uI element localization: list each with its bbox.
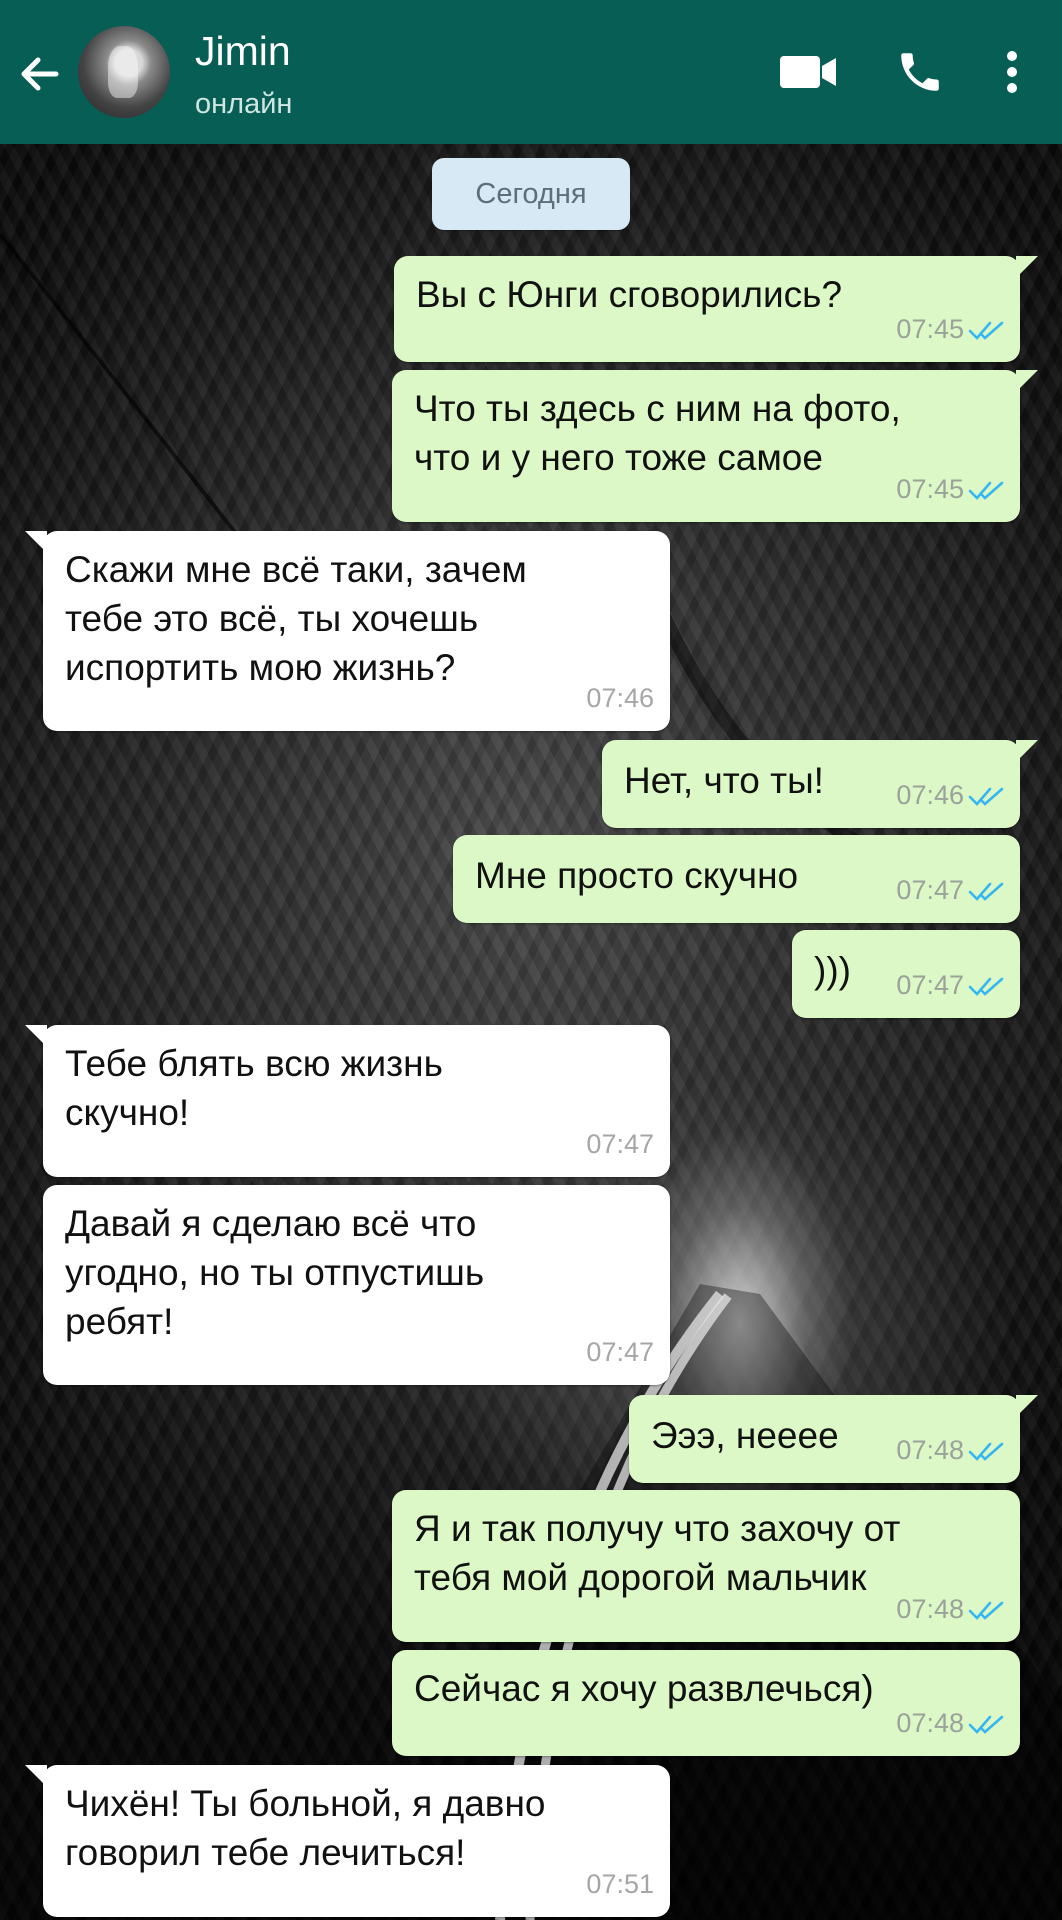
date-divider: Сегодня — [432, 158, 630, 230]
message-meta: 07:47 — [896, 961, 1006, 1010]
more-vert-icon[interactable] — [994, 44, 1030, 100]
chat-header: Jimin онлайн — [0, 0, 1062, 144]
phone-icon[interactable] — [890, 44, 950, 100]
contact-name[interactable]: Jimin — [195, 28, 291, 75]
message-line: Давай я сделаю всё что — [65, 1203, 477, 1244]
message-time: 07:47 — [586, 1129, 654, 1159]
read-receipt-icon — [964, 479, 1006, 501]
message-time: 07:48 — [896, 1435, 964, 1465]
message-line: Скажи мне всё таки, зачем — [65, 549, 527, 590]
message-text: Сейчас я хочу развлечься) — [414, 1664, 874, 1713]
message-text: ))) — [814, 946, 851, 995]
read-receipt-icon — [964, 1713, 1006, 1735]
outgoing-message-bubble[interactable]: Что ты здесь с ним на фото, что и у него … — [392, 370, 1038, 522]
outgoing-message-bubble[interactable]: Эээ, нееее 07:48 — [629, 1395, 1038, 1483]
message-line: Эээ, нееее — [651, 1415, 839, 1456]
message-meta: 07:47 — [586, 1120, 654, 1169]
message-line: угодно, но ты отпустишь — [65, 1252, 485, 1293]
read-receipt-icon — [964, 880, 1006, 902]
back-arrow-icon[interactable] — [12, 46, 68, 102]
message-time: 07:45 — [896, 474, 964, 504]
incoming-message-bubble[interactable]: Чихён! Ты больной, я давно говорил тебе л… — [25, 1765, 670, 1917]
message-line: Нет, что ты! — [624, 760, 824, 801]
message-meta: 07:46 — [586, 674, 654, 723]
message-time: 07:47 — [586, 1337, 654, 1367]
incoming-message-bubble[interactable]: Скажи мне всё таки, зачем тебе это всё, т… — [25, 531, 670, 731]
avatar[interactable] — [78, 26, 170, 118]
outgoing-message-bubble[interactable]: Мне просто скучно 07:47 — [453, 835, 1020, 923]
outgoing-message-bubble[interactable]: ))) 07:47 — [792, 930, 1020, 1018]
outgoing-message-bubble[interactable]: Нет, что ты! 07:46 — [602, 740, 1038, 828]
read-receipt-icon — [964, 319, 1006, 341]
message-text: Эээ, нееее — [651, 1411, 839, 1460]
message-line: Я и так получу что захочу от — [414, 1508, 901, 1549]
message-text: Что ты здесь с ним на фото, что и у него … — [414, 384, 901, 482]
message-line: Тебе блять всю жизнь — [65, 1043, 443, 1084]
message-line: что и у него тоже самое — [414, 437, 823, 478]
video-camera-icon[interactable] — [773, 44, 843, 100]
read-receipt-icon — [964, 1599, 1006, 1621]
message-meta: 07:45 — [896, 465, 1006, 514]
message-meta: 07:46 — [896, 771, 1006, 820]
message-line: Чихён! Ты больной, я давно — [65, 1783, 546, 1824]
message-line: скучно! — [65, 1092, 190, 1133]
message-line: испортить мою жизнь? — [65, 647, 456, 688]
read-receipt-icon — [964, 785, 1006, 807]
message-time: 07:51 — [586, 1869, 654, 1899]
message-time: 07:46 — [896, 780, 964, 810]
message-line: Сейчас я хочу развлечься) — [414, 1668, 874, 1709]
message-line: Что ты здесь с ним на фото, — [414, 388, 901, 429]
message-text: Скажи мне всё таки, зачем тебе это всё, т… — [65, 545, 527, 692]
message-meta: 07:51 — [586, 1860, 654, 1909]
incoming-message-bubble[interactable]: Тебе блять всю жизнь скучно! 07:47 — [25, 1025, 670, 1177]
outgoing-message-bubble[interactable]: Я и так получу что захочу от тебя мой дор… — [392, 1490, 1020, 1642]
message-time: 07:46 — [586, 683, 654, 713]
message-line: Мне просто скучно — [475, 855, 799, 896]
message-line: ))) — [814, 950, 851, 991]
message-line: ребят! — [65, 1301, 174, 1342]
read-receipt-icon — [964, 1440, 1006, 1462]
message-time: 07:48 — [896, 1708, 964, 1738]
message-text: Я и так получу что захочу от тебя мой дор… — [414, 1504, 900, 1602]
message-line: тебя мой дорогой мальчик — [414, 1557, 867, 1598]
message-text: Вы с Юнги сговорились? — [416, 270, 842, 319]
message-text: Нет, что ты! — [624, 756, 824, 805]
message-time: 07:47 — [896, 875, 964, 905]
message-meta: 07:47 — [586, 1328, 654, 1377]
outgoing-message-bubble[interactable]: Вы с Юнги сговорились? 07:45 — [394, 256, 1038, 362]
message-text: Чихён! Ты больной, я давно говорил тебе л… — [65, 1779, 545, 1877]
read-receipt-icon — [964, 975, 1006, 997]
outgoing-message-bubble[interactable]: Сейчас я хочу развлечься) 07:48 — [392, 1650, 1020, 1756]
message-time: 07:45 — [896, 314, 964, 344]
message-text: Мне просто скучно — [475, 851, 798, 900]
message-line: Вы с Юнги сговорились? — [416, 274, 843, 315]
message-meta: 07:48 — [896, 1426, 1006, 1475]
message-meta: 07:48 — [896, 1699, 1006, 1748]
message-time: 07:48 — [896, 1594, 964, 1624]
message-meta: 07:47 — [896, 866, 1006, 915]
message-meta: 07:45 — [896, 305, 1006, 354]
message-line: тебе это всё, ты хочешь — [65, 598, 479, 639]
message-line: говорил тебе лечиться! — [65, 1832, 466, 1873]
message-text: Давай я сделаю всё что угодно, но ты отпу… — [65, 1199, 484, 1346]
contact-status: онлайн — [195, 88, 293, 120]
incoming-message-bubble[interactable]: Давай я сделаю всё что угодно, но ты отпу… — [43, 1185, 670, 1385]
message-text: Тебе блять всю жизнь скучно! — [65, 1039, 443, 1137]
message-time: 07:47 — [896, 970, 964, 1000]
message-meta: 07:48 — [896, 1585, 1006, 1634]
